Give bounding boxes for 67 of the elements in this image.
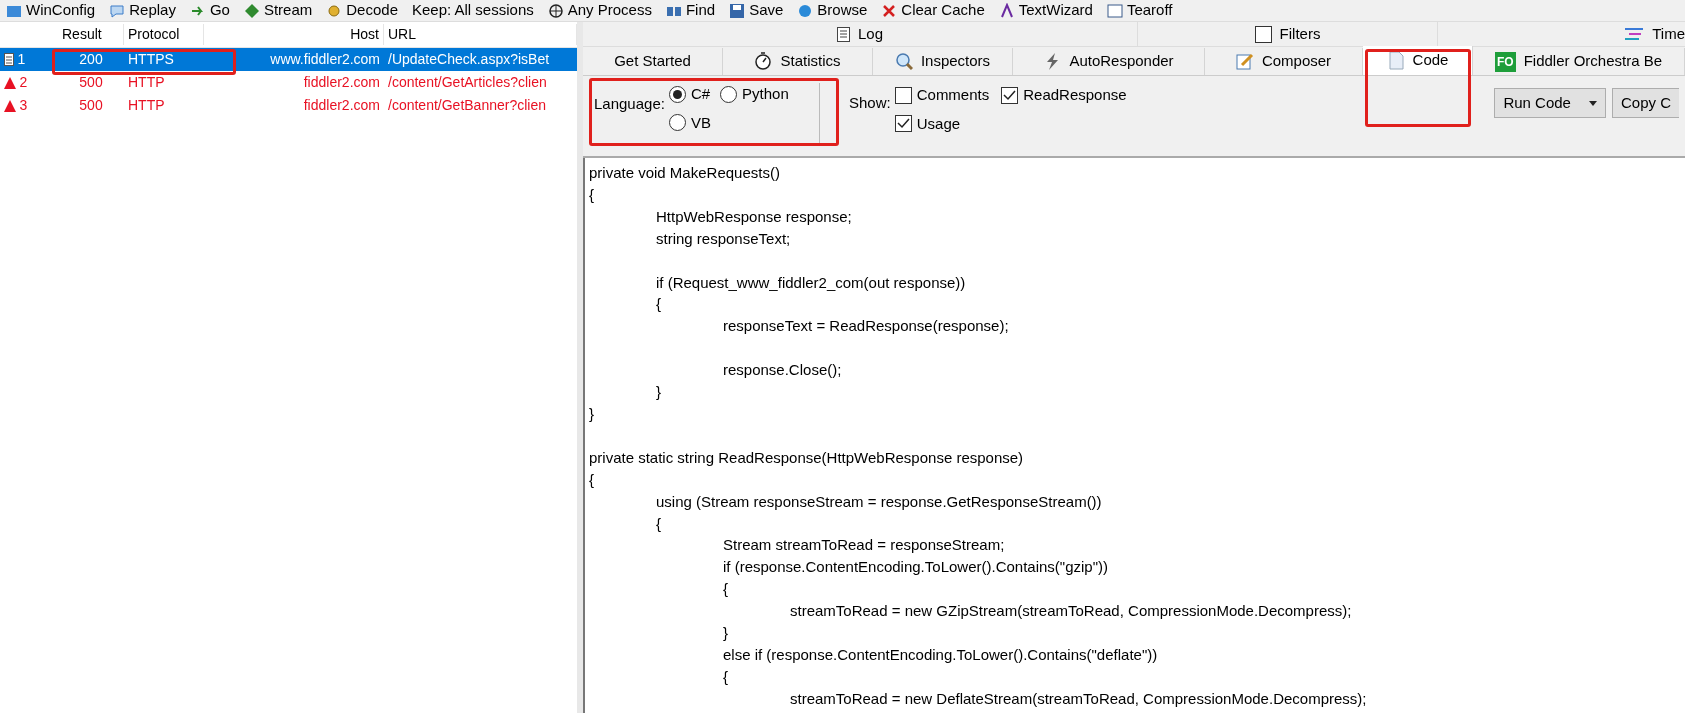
table-cell-text: HTTP [127,96,166,115]
toolbar-button[interactable]: Save [729,0,784,21]
table-cell-text: HTTP [127,73,166,92]
badge-icon: FO [1494,51,1516,72]
column-header[interactable]: Protocol [124,24,204,45]
table-cell-text: www.fiddler2.com [269,50,381,69]
table-cell-text: 500 [78,73,104,92]
toolbar-button[interactable]: TextWizard [998,0,1093,21]
row-number: 1 [17,50,26,69]
toolbar-button[interactable]: Go [189,0,230,21]
radio-button[interactable]: Python [720,83,789,106]
log-tab[interactable]: Log [583,22,1138,46]
toolbar-button[interactable]: Any Process [547,0,652,21]
warning-icon [4,76,16,89]
toolbar-button[interactable]: WinConfig [6,0,96,21]
toolbar-button[interactable]: Decode [326,0,398,21]
table-cell-text: /content/GetBanner?clien [387,96,547,115]
stopwatch-icon [754,52,773,71]
field-label: Language: [594,94,665,114]
toolbar-button[interactable]: Run Code [1494,88,1606,118]
toolbar-button[interactable]: Copy C [1611,88,1679,118]
table-cell-text: HTTPS [127,50,175,69]
field-label: Show: [849,93,891,113]
crosshair-icon [547,2,564,19]
radio-button[interactable]: C# [668,83,711,106]
checkbox[interactable] [1254,25,1272,43]
speech-bubble-icon [109,2,126,19]
toolbar-button[interactable]: Keep: All sessions [412,0,534,21]
timeline-tab[interactable]: Time [1438,22,1685,46]
toolbar-button[interactable]: Tearoff [1106,0,1173,21]
cross-icon [881,2,898,19]
checkbox[interactable]: Usage [894,112,961,135]
document-icon [1386,51,1405,70]
session-row[interactable]: 1 200 HTTPS www.fiddler2.com /UpdateCheck.aspx?isBet [0,48,577,71]
session-row[interactable]: 3 500 HTTP fiddler2.com /content/GetBanner?clien [0,94,577,117]
table-cell-text: /UpdateCheck.aspx?isBet [387,50,551,69]
column-header[interactable]: Result [58,24,124,45]
row-number: 3 [19,96,28,115]
toolbar-button[interactable]: Clear Cache [881,0,985,21]
table-cell-text: fiddler2.com [302,73,381,92]
magnifier-icon [894,52,913,71]
code-text: private void MakeRequests() { HttpWebResponse response; string responseText; if (Request_www_fiddler2_com(out response)) { responseText = ReadResponse(response); response.Close(); } } private static string ReadResponse(HttpWebResponse response) { using (Stream responseStream = response.GetResponseStream()) { Stream streamToRead = responseStream; if (response.ContentEncoding.ToLower().Contains("gzip")) { streamToRead = new GZipStream(streamToRead, CompressionMode.Decompress); } else if (response.ContentEncoding.ToLower().Contains("deflate")) { streamToRead = new DeflateStream(streamToRead, CompressionMode.Decompress); [583,158,1685,713]
pencil-icon [1235,52,1254,71]
check-icon [1003,89,1017,101]
toolbar-button[interactable]: Replay [109,0,176,21]
window-icon [1106,2,1123,19]
column-header[interactable]: URL [384,24,577,45]
checkbox[interactable]: Comments [894,84,990,107]
checkbox[interactable]: ReadResponse [1001,84,1127,107]
document-icon [4,53,14,66]
table-cell-text: 200 [78,50,104,69]
table-cell-text: /content/GetArticles?clien [387,73,548,92]
table-cell-text: fiddler2.com [302,96,381,115]
document-icon [837,26,850,42]
lines-icon [1624,27,1645,41]
radio-button[interactable]: VB [668,111,711,134]
toolbar-button[interactable]: Browse [797,0,868,21]
check-icon [896,118,910,130]
session-row[interactable]: 2 500 HTTP fiddler2.com /content/GetArticles?clien [0,71,577,94]
toolbar-button[interactable]: Stream [243,0,313,21]
row-number: 2 [19,73,28,92]
caret-icon [1588,100,1597,106]
toolbar-button[interactable]: Find [665,0,716,21]
diamond-icon [243,2,260,19]
table-cell-text: 500 [78,96,104,115]
column-header[interactable]: Host [204,24,384,45]
warning-icon [4,99,16,112]
